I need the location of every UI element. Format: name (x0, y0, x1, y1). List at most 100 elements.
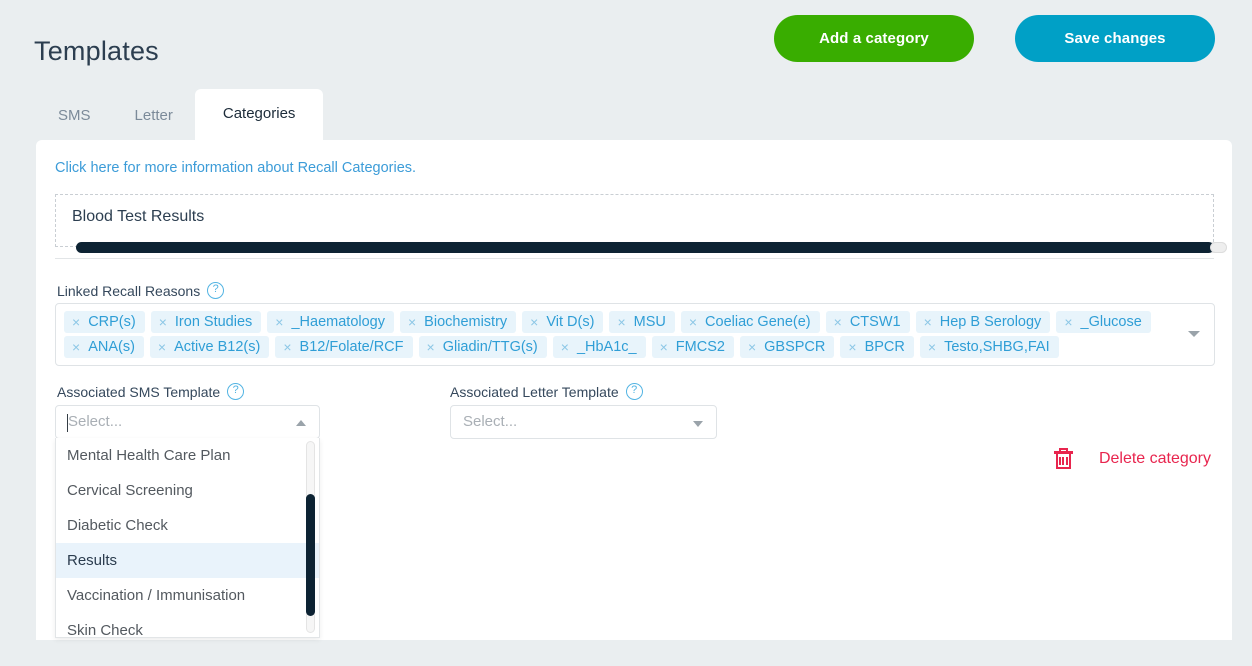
recall-reason-chip[interactable]: × CRP(s) (64, 311, 145, 333)
dropdown-option[interactable]: Results (56, 543, 319, 578)
sms-template-select[interactable]: Select... (55, 405, 320, 439)
add-a-category-button[interactable]: Add a category (774, 15, 974, 62)
letter-template-select[interactable]: Select... (450, 405, 717, 439)
dropdown-scrollbar-thumb[interactable] (306, 494, 315, 616)
scrollbar-end-cap[interactable] (1210, 242, 1227, 253)
help-icon[interactable]: ? (625, 383, 643, 400)
remove-chip-icon[interactable]: × (681, 311, 705, 333)
recall-reason-chip[interactable]: × ANA(s) (64, 336, 144, 358)
scrollbar-thumb[interactable] (76, 242, 1214, 253)
tab-categories[interactable]: Categories (194, 89, 324, 140)
recall-reason-chip-label: Hep B Serology (939, 314, 1042, 330)
recall-reason-chip[interactable]: × Coeliac Gene(e) (680, 311, 820, 333)
chevron-down-icon[interactable] (1188, 331, 1200, 337)
dropdown-option[interactable]: Cervical Screening (56, 473, 319, 508)
remove-chip-icon[interactable]: × (64, 311, 88, 333)
recall-reason-chip[interactable]: × _Haematology (267, 311, 394, 333)
recall-categories-info-link[interactable]: Click here for more information about Re… (55, 160, 416, 176)
recall-reason-chip-label: _Glucose (1080, 314, 1142, 330)
recall-reason-chip-label: Testo,SHBG,FAI (944, 339, 1050, 355)
remove-chip-icon[interactable]: × (150, 336, 174, 358)
recall-reason-chip-label: _HbA1c_ (576, 339, 637, 355)
sms-template-placeholder: Select... (68, 413, 123, 430)
recall-reason-chip[interactable]: × BPCR (840, 336, 914, 358)
recall-reason-chip-label: ANA(s) (88, 339, 135, 355)
recall-reason-chip-label: BPCR (864, 339, 905, 355)
letter-template-placeholder: Select... (463, 413, 518, 430)
tab-letter[interactable]: Letter (113, 93, 195, 140)
dropdown-option[interactable]: Diabetic Check (56, 508, 319, 543)
recall-reason-chip[interactable]: × MSU (609, 311, 675, 333)
associated-sms-template-label-text: Associated SMS Template (57, 383, 221, 400)
remove-chip-icon[interactable]: × (826, 311, 850, 333)
recall-reason-chip-label: Gliadin/TTG(s) (442, 339, 538, 355)
recall-reason-chip-label: CTSW1 (849, 314, 901, 330)
save-changes-button[interactable]: Save changes (1015, 15, 1215, 62)
recall-reason-chip-label: CRP(s) (88, 314, 136, 330)
recall-reason-chip-label: Biochemistry (424, 314, 508, 330)
recall-reason-chip[interactable]: × Hep B Serology (915, 311, 1051, 333)
tab-sms[interactable]: SMS (36, 93, 113, 140)
associated-letter-template-label-text: Associated Letter Template (450, 383, 619, 400)
recall-reason-chip[interactable]: × B12/Folate/RCF (275, 336, 413, 358)
category-name-box[interactable]: Blood Test Results (55, 194, 1227, 253)
remove-chip-icon[interactable]: × (553, 336, 577, 358)
remove-chip-icon[interactable]: × (419, 336, 443, 358)
remove-chip-icon[interactable]: × (920, 336, 944, 358)
recall-reason-chip-label: Active B12(s) (174, 339, 261, 355)
recall-chip-list: × CRP(s) × Iron Studies × _Haematology × Bioche… (64, 311, 1174, 358)
category-name-horizontal-scrollbar[interactable] (76, 242, 1227, 253)
associated-sms-template-label: Associated SMS Template ? (57, 383, 245, 400)
sms-template-dropdown-menu[interactable]: Mental Health Care Plan Cervical Screenin… (55, 438, 320, 638)
recall-reason-chip-label: Coeliac Gene(e) (705, 314, 811, 330)
dropdown-option[interactable]: Skin Check (56, 613, 319, 637)
recall-reason-chip[interactable]: × Iron Studies (150, 311, 262, 333)
trash-bar (1062, 457, 1065, 465)
remove-chip-icon[interactable]: × (740, 336, 764, 358)
recall-reason-chip[interactable]: × _HbA1c_ (552, 336, 646, 358)
remove-chip-icon[interactable]: × (275, 336, 299, 358)
recall-reason-chip[interactable]: × Biochemistry (399, 311, 517, 333)
recall-reason-chip[interactable]: × Active B12(s) (149, 336, 270, 358)
recall-reason-chip-label: Iron Studies (174, 314, 253, 330)
linked-recall-reasons-field[interactable]: × CRP(s) × Iron Studies × _Haematology × Bioche… (55, 303, 1215, 366)
recall-reason-chip[interactable]: × CTSW1 (825, 311, 910, 333)
recall-reason-chip-label: Vit D(s) (546, 314, 595, 330)
help-icon[interactable]: ? (207, 282, 225, 299)
page-title: Templates (34, 36, 159, 66)
associated-letter-template-label: Associated Letter Template ? (450, 383, 643, 400)
recall-reason-chip-label: GBSPCR (764, 339, 826, 355)
chevron-down-icon[interactable] (693, 421, 703, 427)
recall-reason-chip[interactable]: × GBSPCR (739, 336, 835, 358)
remove-chip-icon[interactable]: × (1056, 311, 1080, 333)
dropdown-option[interactable]: Mental Health Care Plan (56, 438, 319, 473)
delete-category-button[interactable]: Delete category (1053, 448, 1211, 470)
remove-chip-icon[interactable]: × (400, 311, 424, 333)
remove-chip-icon[interactable]: × (522, 311, 546, 333)
remove-chip-icon[interactable]: × (916, 311, 940, 333)
category-name-text: Blood Test Results (72, 208, 205, 225)
recall-reason-chip[interactable]: × FMCS2 (651, 336, 734, 358)
dropdown-option-list: Mental Health Care Plan Cervical Screenin… (56, 438, 319, 637)
remove-chip-icon[interactable]: × (609, 311, 633, 333)
trash-bar (1065, 457, 1068, 465)
recall-reason-chip[interactable]: × _Glucose (1056, 311, 1151, 333)
remove-chip-icon[interactable]: × (652, 336, 676, 358)
remove-chip-icon[interactable]: × (840, 336, 864, 358)
trash-icon[interactable] (1053, 448, 1073, 470)
chevron-up-icon[interactable] (296, 420, 306, 426)
recall-reason-chip[interactable]: × Gliadin/TTG(s) (418, 336, 547, 358)
linked-recall-reasons-label: Linked Recall Reasons ? (57, 282, 225, 299)
dropdown-option[interactable]: Vaccination / Immunisation (56, 578, 319, 613)
tab-bar: SMS Letter Categories (36, 89, 324, 140)
help-icon[interactable]: ? (227, 383, 245, 400)
categories-panel: Click here for more information about Re… (36, 140, 1232, 640)
recall-reason-chip-label: B12/Folate/RCF (299, 339, 404, 355)
top-actions: Add a category Save changes (774, 15, 1215, 62)
recall-reason-chip-label: FMCS2 (675, 339, 725, 355)
remove-chip-icon[interactable]: × (151, 311, 175, 333)
remove-chip-icon[interactable]: × (267, 311, 291, 333)
remove-chip-icon[interactable]: × (64, 336, 88, 358)
recall-reason-chip[interactable]: × Vit D(s) (522, 311, 604, 333)
recall-reason-chip[interactable]: × Testo,SHBG,FAI (919, 336, 1059, 358)
